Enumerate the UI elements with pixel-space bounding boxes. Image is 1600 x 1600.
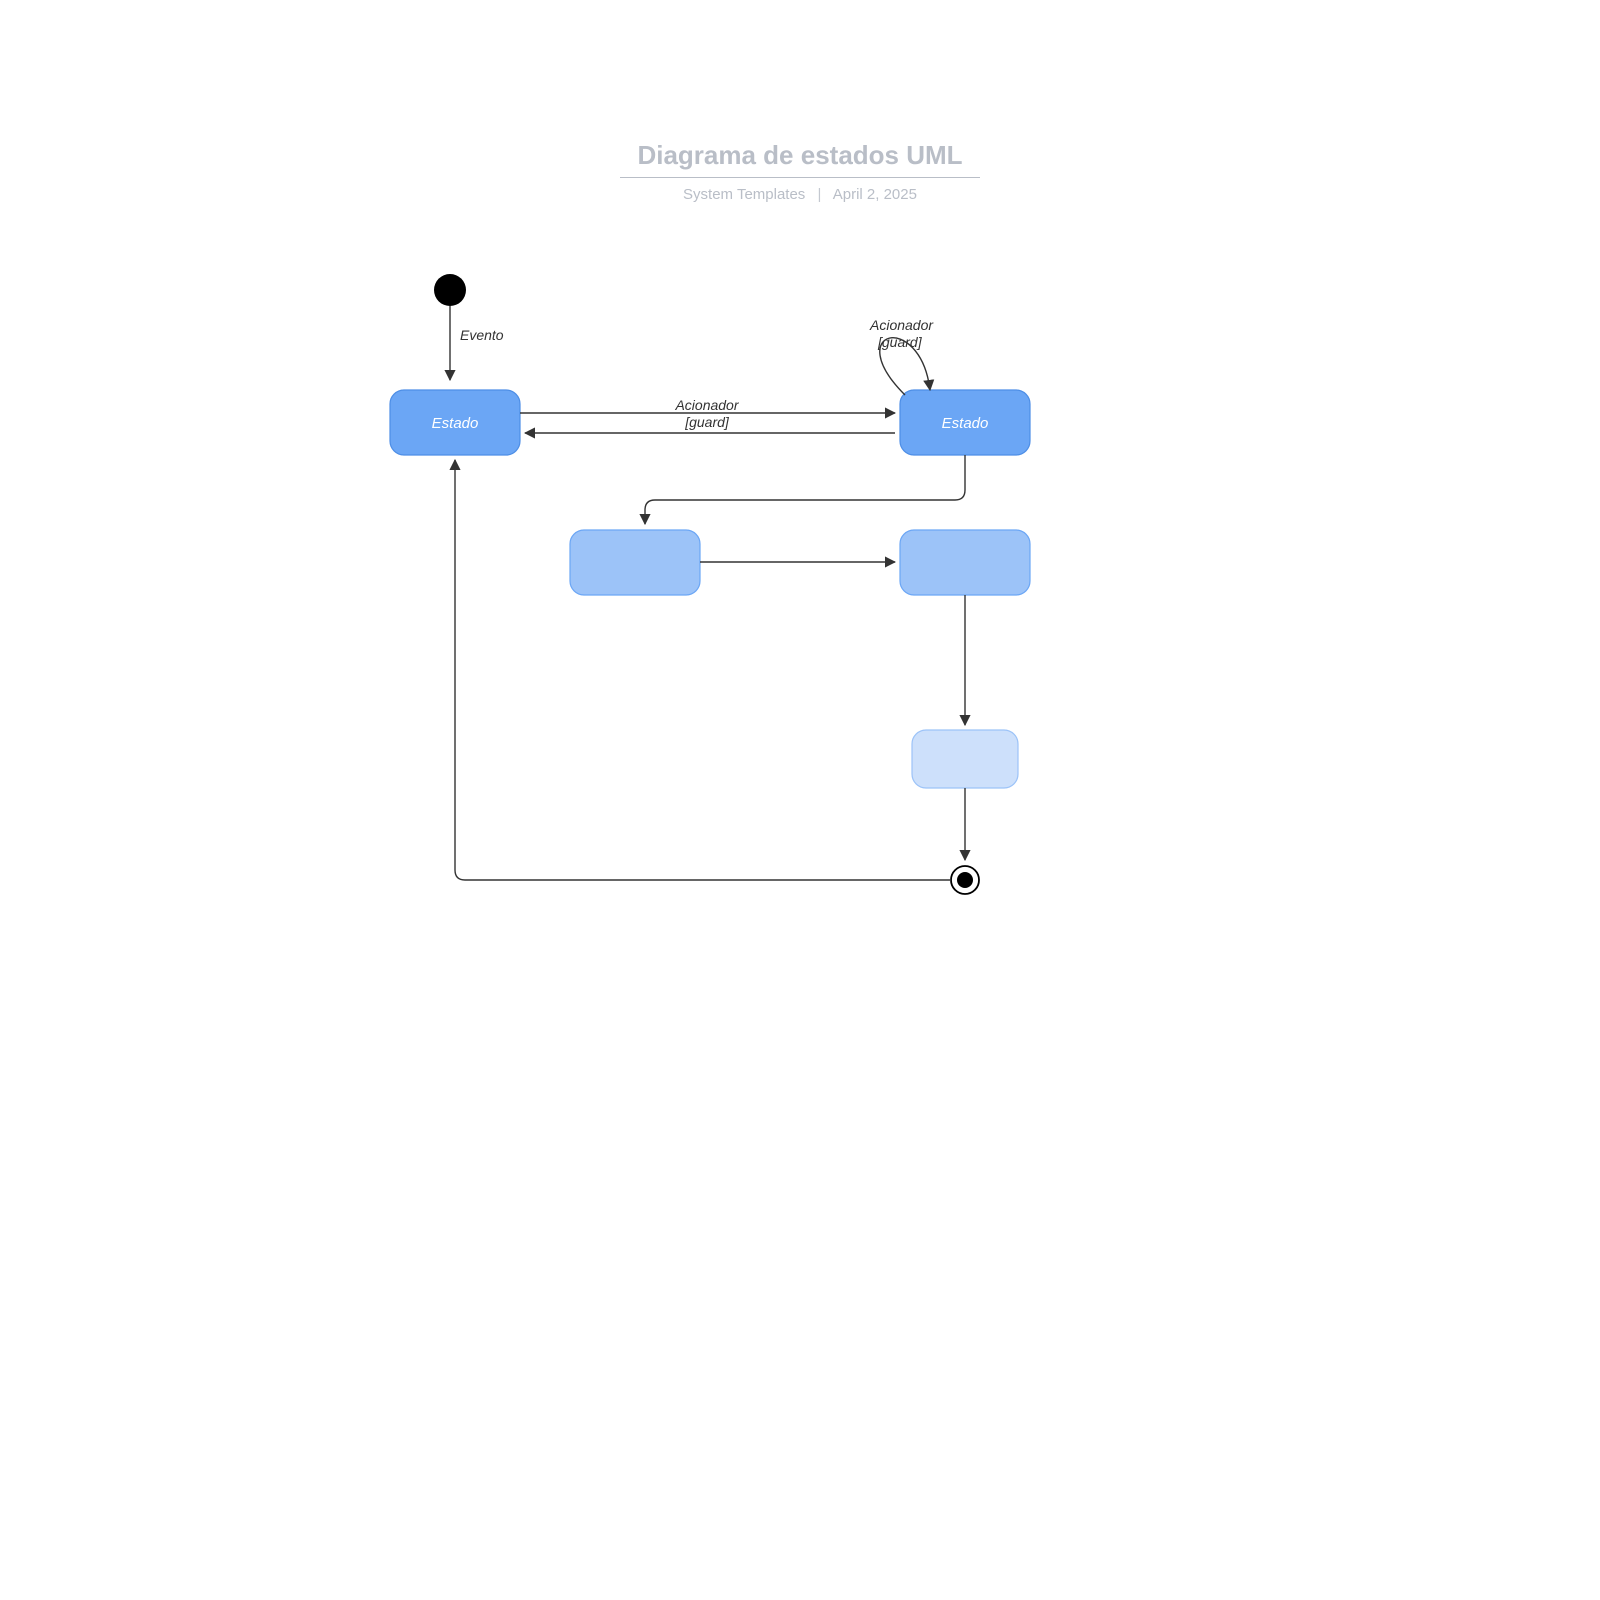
state-2-label: Estado xyxy=(942,415,989,432)
final-state-inner-icon xyxy=(957,872,973,888)
state-3[interactable] xyxy=(570,530,700,595)
state-4[interactable] xyxy=(900,530,1030,595)
edge-self-loop-label-2: [guard] xyxy=(877,334,923,350)
edge-initial-label: Evento xyxy=(460,327,504,343)
edge-s1s2-label-1: Acionador xyxy=(674,397,739,413)
edge-self-loop-label-1: Acionador xyxy=(869,317,934,333)
state-1-label: Estado xyxy=(432,415,479,432)
state-5[interactable] xyxy=(912,730,1018,788)
edge-s1s2-label-2: [guard] xyxy=(684,414,730,430)
diagram-svg: Evento Estado Estado Acionador [guard] A… xyxy=(0,0,1600,1600)
diagram-canvas: Diagrama de estados UML System Templates… xyxy=(0,0,1600,1600)
edge-s2-s3 xyxy=(645,455,965,524)
edge-final-s1 xyxy=(455,460,951,880)
initial-state-icon xyxy=(434,274,466,306)
